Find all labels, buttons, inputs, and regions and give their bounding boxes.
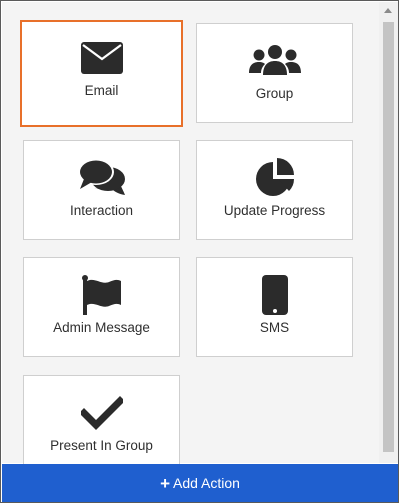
add-action-label: Add Action [173, 475, 240, 491]
action-tile-update-progress[interactable]: Update Progress [196, 140, 353, 240]
action-picker-dialog: Email Group Interaction Update Progress … [0, 0, 399, 503]
action-label: Update Progress [223, 203, 326, 218]
envelope-icon [80, 38, 123, 78]
action-label: SMS [259, 320, 290, 335]
action-label: Interaction [69, 203, 134, 218]
pie-chart-icon [254, 158, 296, 198]
action-tile-interaction[interactable]: Interaction [23, 140, 180, 240]
action-tile-sms[interactable]: SMS [196, 257, 353, 357]
flag-icon [81, 275, 123, 315]
action-tile-email[interactable]: Email [20, 20, 183, 127]
action-grid: Email Group Interaction Update Progress … [2, 2, 379, 475]
comments-icon [77, 158, 126, 198]
action-label: Group [255, 86, 294, 101]
mobile-phone-icon [261, 275, 288, 315]
action-tile-present-in-group[interactable]: Present In Group [23, 375, 180, 475]
users-icon [248, 41, 301, 81]
action-label: Present In Group [50, 438, 153, 453]
action-tile-admin-message[interactable]: Admin Message [23, 257, 180, 357]
add-action-button[interactable]: + Add Action [2, 464, 398, 502]
plus-icon: + [160, 473, 170, 493]
action-label: Admin Message [53, 320, 150, 335]
scroll-up-arrow-icon[interactable] [384, 8, 392, 13]
checkmark-icon [80, 393, 123, 433]
action-label: Email [84, 83, 119, 98]
vertical-scrollbar[interactable] [379, 2, 398, 463]
scrollbar-thumb[interactable] [383, 22, 394, 452]
action-tile-group[interactable]: Group [196, 23, 353, 123]
